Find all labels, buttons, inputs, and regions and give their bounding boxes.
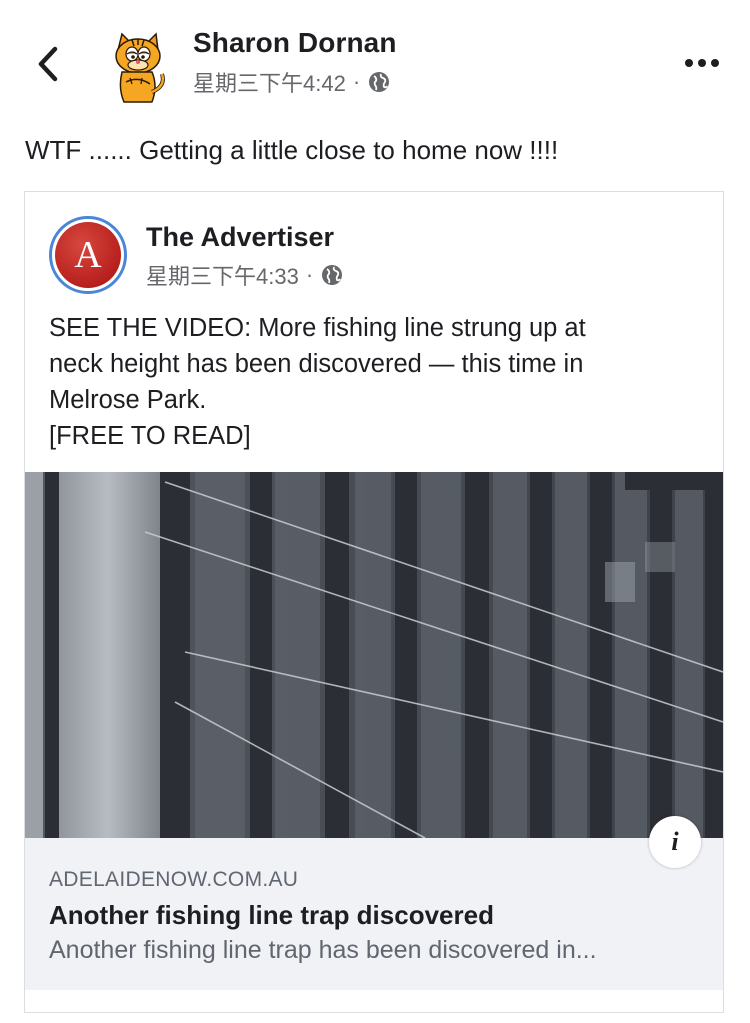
shared-post-timestamp[interactable]: 星期三下午4:33 (146, 259, 299, 291)
shared-page-name[interactable]: The Advertiser (146, 222, 334, 253)
link-domain: ADELAIDENOW.COM.AU (49, 868, 299, 891)
shared-post-meta: 星期三下午4:33 · (146, 259, 344, 291)
link-preview[interactable]: ADELAIDENOW.COM.AU Another fishing line … (25, 838, 723, 990)
more-dots-icon (685, 59, 719, 67)
meta-separator: · (352, 69, 361, 94)
shared-post-card: A The Advertiser 星期三下午4:33 · SEE THE VID… (24, 191, 724, 1013)
meta-separator: · (305, 262, 314, 287)
info-button[interactable]: i (649, 816, 701, 868)
more-options-button[interactable] (680, 48, 724, 78)
chevron-left-icon (38, 46, 58, 82)
page-avatar-letter: A (55, 222, 121, 288)
shared-post-text: SEE THE VIDEO: More fishing line strung … (49, 310, 699, 454)
link-title: Another fishing line trap discovered (49, 900, 494, 930)
link-description: Another fishing line trap has been disco… (49, 936, 597, 964)
globe-icon (369, 72, 390, 92)
post-caption: WTF ...... Getting a little close to hom… (25, 135, 559, 165)
shared-text-line: SEE THE VIDEO: More fishing line strung … (49, 314, 586, 342)
info-icon: i (671, 827, 679, 856)
cartoon-cat-avatar-icon (96, 26, 176, 106)
page-avatar[interactable]: A (49, 216, 127, 294)
post-view: Sharon Dornan 星期三下午4:42 · WTF ...... Get… (0, 0, 750, 1023)
author-avatar[interactable] (96, 26, 176, 106)
shared-text-line: [FREE TO READ] (49, 422, 251, 450)
globe-icon (322, 265, 343, 285)
back-button[interactable] (30, 42, 66, 86)
post-meta: 星期三下午4:42 · (193, 66, 391, 98)
shared-text-line: Melrose Park. (49, 386, 207, 414)
shared-text-line: neck height has been discovered — this t… (49, 350, 584, 378)
post-timestamp[interactable]: 星期三下午4:42 (193, 66, 346, 98)
video-thumbnail[interactable] (25, 472, 723, 838)
author-name[interactable]: Sharon Dornan (193, 27, 397, 59)
fence-fishing-line-image (25, 472, 723, 838)
